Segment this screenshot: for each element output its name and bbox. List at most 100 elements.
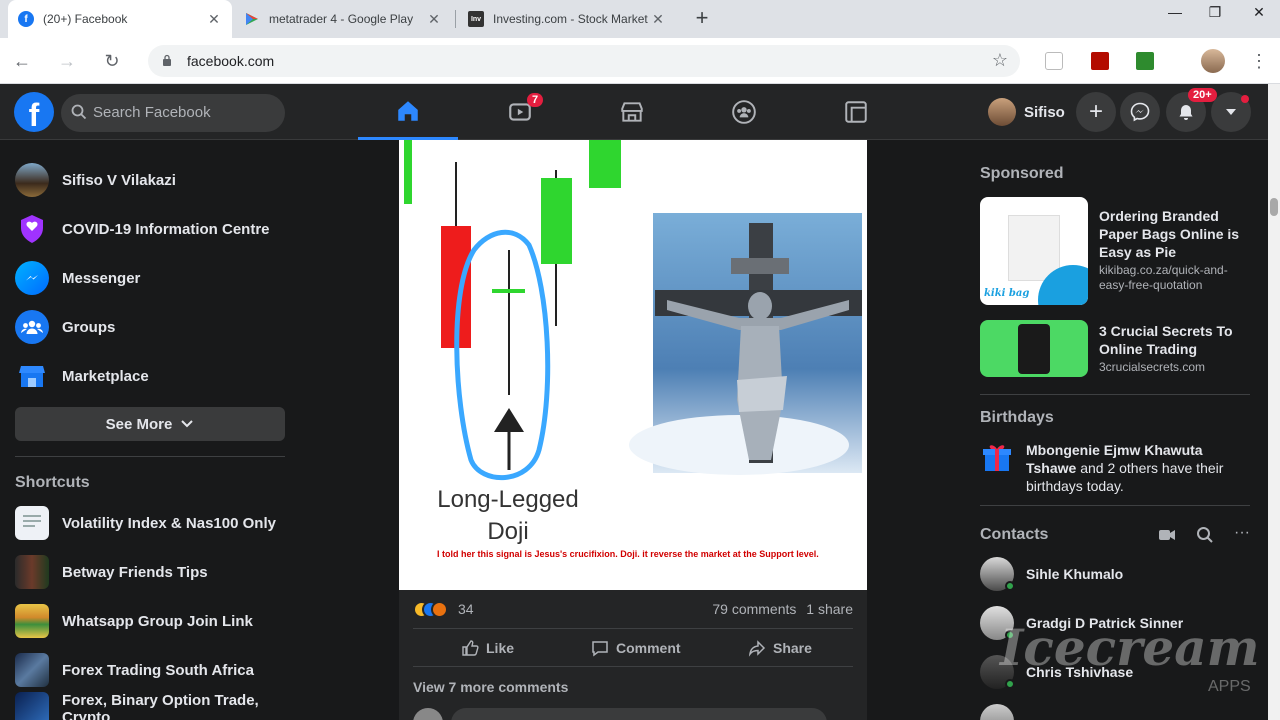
bookmark-star-icon[interactable]: ☆ — [992, 50, 1008, 71]
browser-tab-investing[interactable]: Inv Investing.com - Stock Market Q ✕ — [458, 0, 676, 38]
sponsored-ad[interactable]: 3 Crucial Secrets To Online Trading 3cru… — [980, 320, 1250, 377]
group-thumbnail — [15, 506, 49, 540]
tab-title: Investing.com - Stock Market Q — [493, 12, 650, 26]
reload-icon[interactable]: ↻ — [99, 48, 125, 74]
tab-separator — [455, 10, 456, 28]
engagement-counts: 79 comments 1 share — [712, 601, 853, 617]
feed-post: Long-Legged Doji I told her this signal … — [399, 140, 867, 720]
comment-preview — [413, 706, 827, 720]
marketplace-icon — [621, 102, 643, 122]
page-scrollbar[interactable] — [1268, 84, 1280, 720]
pdf-extension-icon[interactable] — [1091, 52, 1109, 70]
sidebar-item-marketplace[interactable]: Marketplace — [15, 356, 149, 396]
reaction-icons — [413, 600, 448, 618]
phone-image — [1018, 324, 1050, 374]
reaction-summary[interactable]: 34 — [413, 598, 474, 620]
share-button[interactable]: Share — [748, 638, 812, 658]
forward-icon[interactable]: → — [54, 48, 80, 74]
like-button[interactable]: Like — [461, 638, 514, 658]
comment-count-link[interactable]: 79 comments — [712, 601, 796, 617]
create-button[interactable]: + — [1076, 92, 1116, 132]
online-indicator — [1005, 581, 1015, 591]
close-icon[interactable]: ✕ — [650, 11, 666, 28]
browser-tab-google-play[interactable]: metatrader 4 - Google Play ✕ — [234, 0, 452, 38]
sidebar-item-groups[interactable]: Groups — [15, 307, 115, 347]
image-title-line: Long-Legged — [437, 486, 579, 513]
shortcuts-heading: Shortcuts — [15, 474, 90, 491]
account-menu-button[interactable] — [1211, 92, 1251, 132]
tab-home[interactable] — [358, 84, 458, 140]
close-icon[interactable]: ✕ — [206, 11, 222, 28]
shortcut-item[interactable]: Forex, Binary Option Trade, Crypto — [15, 689, 300, 720]
messenger-button[interactable] — [1120, 92, 1160, 132]
share-count-link[interactable]: 1 share — [806, 601, 853, 617]
avatar — [980, 557, 1015, 591]
chevron-down-icon — [181, 420, 194, 428]
see-more-button[interactable]: See More — [15, 407, 285, 441]
close-icon[interactable]: ✕ — [426, 11, 442, 28]
notifications-button[interactable]: 20+ — [1166, 88, 1217, 132]
profile-name: Sifiso — [1024, 103, 1065, 121]
browser-menu-icon[interactable]: ⋮ — [1246, 48, 1272, 74]
sidebar-item-messenger[interactable]: Messenger — [15, 258, 140, 298]
new-tab-button[interactable]: + — [690, 7, 714, 31]
gift-icon — [983, 445, 1011, 471]
tab-marketplace[interactable] — [582, 84, 682, 140]
search-icon[interactable] — [1196, 526, 1214, 549]
sidebar-item-profile[interactable]: Sifiso V Vilakazi — [15, 160, 176, 200]
window-close-icon[interactable]: ✕ — [1244, 4, 1274, 21]
birthday-notice[interactable]: Mbongenie Ejmw Khawuta Tshawe and 2 othe… — [980, 441, 1250, 495]
shortcut-item[interactable]: Betway Friends Tips — [15, 552, 208, 592]
divider — [980, 394, 1250, 395]
lock-icon — [163, 54, 171, 66]
scrollbar-thumb[interactable] — [1270, 198, 1278, 216]
extension-icon[interactable] — [1045, 52, 1063, 70]
profile-chip[interactable]: Sifiso — [988, 96, 1065, 128]
tab-groups[interactable] — [694, 84, 794, 140]
sponsored-ad[interactable]: kiki bag Ordering Branded Paper Bags Onl… — [980, 197, 1250, 305]
caret-down-icon — [1226, 109, 1236, 115]
shortcut-item[interactable]: Forex Trading South Africa — [15, 650, 254, 690]
browser-profile-avatar[interactable] — [1201, 49, 1225, 73]
messenger-icon — [1130, 102, 1150, 122]
green-extension-icon[interactable] — [1136, 52, 1154, 70]
search-icon — [71, 104, 87, 120]
home-icon — [398, 100, 418, 121]
tab-title: (20+) Facebook — [43, 12, 128, 26]
contact-name: Sihle Khumalo — [1026, 566, 1124, 582]
birthday-text: Mbongenie Ejmw Khawuta Tshawe and 2 othe… — [1026, 441, 1250, 495]
sidebar-item-label: COVID-19 Information Centre — [62, 220, 270, 238]
facebook-logo-icon[interactable]: f — [14, 92, 54, 133]
tab-gaming[interactable] — [806, 84, 906, 140]
browser-tab-bar: f (20+) Facebook ✕ metatrader 4 - Google… — [0, 0, 1280, 38]
sidebar-item-label: Groups — [62, 318, 116, 336]
google-play-icon — [244, 11, 260, 27]
comment-button[interactable]: Comment — [591, 638, 681, 658]
browser-tab-facebook[interactable]: f (20+) Facebook ✕ — [8, 0, 232, 38]
sidebar-item-covid[interactable]: COVID-19 Information Centre — [15, 209, 270, 249]
tab-watch[interactable]: 7 — [470, 84, 570, 140]
view-more-comments-link[interactable]: View 7 more comments — [413, 679, 568, 695]
shortcut-item[interactable]: Volatility Index & Nas100 Only — [15, 503, 276, 543]
image-caption: I told her this signal is Jesus's crucif… — [437, 549, 819, 559]
post-image[interactable]: Long-Legged Doji I told her this signal … — [399, 140, 867, 590]
shortcut-item[interactable]: Whatsapp Group Join Link — [15, 601, 253, 641]
avatar — [988, 98, 1016, 126]
contact-item[interactable] — [980, 703, 1014, 720]
ad-title: 3 Crucial Secrets To Online Trading — [1099, 323, 1233, 357]
plus-icon: + — [1088, 98, 1103, 125]
sidebar-item-label: Messenger — [62, 269, 141, 287]
more-options-icon[interactable]: ··· — [1234, 524, 1250, 542]
comment-bubble — [451, 708, 827, 720]
recorder-watermark: Icecream — [1000, 618, 1260, 677]
investing-icon: Inv — [468, 11, 484, 27]
contact-item[interactable]: Sihle Khumalo — [980, 556, 1123, 592]
address-bar[interactable]: facebook.com ☆ — [148, 45, 1020, 77]
group-thumbnail — [15, 692, 49, 720]
new-room-icon[interactable] — [1158, 526, 1176, 549]
maximize-icon[interactable]: ❐ — [1200, 4, 1230, 21]
search-input[interactable]: Search Facebook — [61, 94, 285, 132]
minimize-icon[interactable]: — — [1160, 4, 1190, 20]
back-icon[interactable]: ← — [9, 48, 35, 74]
share-icon — [748, 640, 766, 657]
